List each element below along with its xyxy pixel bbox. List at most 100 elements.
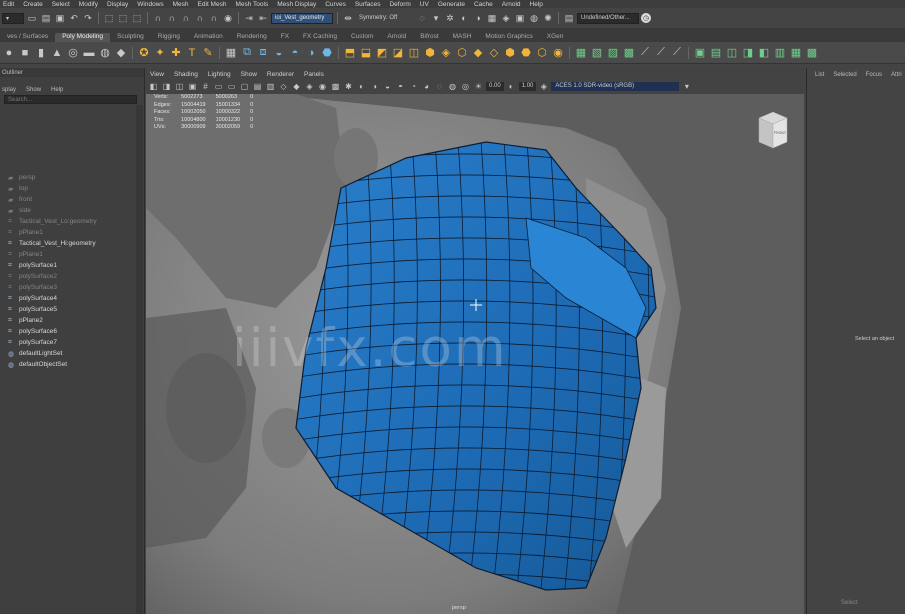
smooth-icon[interactable]: ◒ — [272, 46, 286, 60]
smooth-shade-icon[interactable]: ◆ — [291, 81, 302, 92]
snap-grid-icon[interactable]: ∩ — [152, 12, 164, 24]
harden-edge-icon[interactable]: ▥ — [773, 46, 787, 60]
outliner-menu-item[interactable]: Show — [26, 87, 41, 93]
outliner-item[interactable]: ⌗ polySurface1 — [8, 260, 138, 271]
combine-icon[interactable]: ⧉ — [240, 46, 254, 60]
cylinder-icon[interactable]: ▮ — [34, 46, 48, 60]
bevel-icon[interactable]: ◩ — [375, 46, 389, 60]
menu-item-uv[interactable]: UV — [420, 1, 429, 8]
color-management-icon[interactable]: ◈ — [538, 81, 549, 92]
viewport-menu-item[interactable]: Panels — [304, 71, 324, 78]
soccer-ball-icon[interactable]: ✪ — [137, 46, 151, 60]
shelf-tab[interactable]: Motion Graphics — [478, 33, 539, 42]
menu-item-surfaces[interactable]: Surfaces — [355, 1, 381, 8]
poke-icon[interactable]: ⬣ — [519, 46, 533, 60]
clock-icon[interactable]: ◷ — [641, 13, 651, 23]
shelf-tab[interactable]: Custom — [344, 33, 380, 42]
shelf-tab[interactable]: MASH — [446, 33, 479, 42]
sphere-icon[interactable]: ● — [2, 46, 16, 60]
attribute-tab[interactable]: List — [815, 72, 824, 78]
exposure-field[interactable]: 0.00 — [486, 82, 504, 91]
new-scene-icon[interactable]: ▭ — [26, 12, 38, 24]
uv-editor-icon[interactable]: ▨ — [606, 46, 620, 60]
select-camera-icon[interactable]: ◧ — [148, 81, 159, 92]
xray-icon[interactable]: ◌ — [434, 81, 445, 92]
menu-item-edit-mesh[interactable]: Edit Mesh — [198, 1, 227, 8]
shelf-tab[interactable]: FX Caching — [296, 33, 344, 42]
outliner-menu-item[interactable]: splay — [2, 87, 16, 93]
freeze-transform-icon[interactable]: ▤ — [709, 46, 723, 60]
viewport-menu-item[interactable]: Shading — [174, 71, 198, 78]
connect-icon[interactable]: ⬡ — [455, 46, 469, 60]
use-default-material-icon[interactable]: ◈ — [304, 81, 315, 92]
knife-icon[interactable]: ⟋ — [654, 46, 668, 60]
color-space-dropdown[interactable]: ACES 1.0 SDR-video (sRGB) — [551, 82, 680, 91]
cut-uv-icon[interactable]: ▩ — [622, 46, 636, 60]
open-scene-icon[interactable]: ▤ — [40, 12, 52, 24]
snap-curve-icon[interactable]: ∩ — [166, 12, 178, 24]
shelf-tab[interactable]: Animation — [187, 33, 230, 42]
render-view-icon[interactable]: ▣ — [514, 12, 526, 24]
film-gate-icon[interactable]: ▭ — [213, 81, 224, 92]
menu-item-mesh-display[interactable]: Mesh Display — [277, 1, 316, 8]
shelf-tab[interactable]: Rigging — [151, 33, 187, 42]
outliner-item[interactable]: ▰ front — [8, 194, 138, 205]
planar-uv-icon[interactable]: ▦ — [574, 46, 588, 60]
ambient-occlusion-icon[interactable]: ◑ — [369, 81, 380, 92]
object-name-field[interactable]: ioi_Vest_geometry — [271, 12, 333, 24]
shadows-icon[interactable]: ◐ — [356, 81, 367, 92]
shelf-tab[interactable]: Sculpting — [110, 33, 151, 42]
textured-icon[interactable]: ▩ — [330, 81, 341, 92]
shelf-tab[interactable]: Arnold — [380, 33, 413, 42]
svg-icon[interactable]: ✎ — [201, 46, 215, 60]
make-live-icon[interactable]: ◉ — [222, 12, 234, 24]
shelf-tab[interactable]: ves / Surfaces — [0, 33, 55, 42]
attribute-tab[interactable]: Attri — [891, 72, 902, 78]
soften-edge-icon[interactable]: ◧ — [757, 46, 771, 60]
edge-loop-icon[interactable]: ⬢ — [503, 46, 517, 60]
type-icon[interactable]: ▦ — [224, 46, 238, 60]
render-settings-icon[interactable]: ▦ — [486, 12, 498, 24]
menu-item-mesh[interactable]: Mesh — [173, 1, 189, 8]
normals-icon[interactable]: ◨ — [741, 46, 755, 60]
menu-item-display[interactable]: Display — [107, 1, 128, 8]
safe-action-icon[interactable]: ▥ — [265, 81, 276, 92]
ipr-icon[interactable]: ◑ — [472, 12, 484, 24]
sweep-mesh-icon[interactable]: ✚ — [169, 46, 183, 60]
menu-item-arnold[interactable]: Arnold — [502, 1, 521, 8]
snap-view-plane-icon[interactable]: ∩ — [194, 12, 206, 24]
workspace-dropdown[interactable]: Undefined/Other... — [577, 12, 639, 24]
arnold-render-icon[interactable]: ◍ — [528, 12, 540, 24]
automatic-uv-icon[interactable]: ▧ — [590, 46, 604, 60]
viewport-menu-item[interactable]: Show — [241, 71, 257, 78]
motion-blur-icon[interactable]: ◒ — [382, 81, 393, 92]
resolution-gate-icon[interactable]: ▭ — [226, 81, 237, 92]
menu-item-modify[interactable]: Modify — [79, 1, 98, 8]
xray-active-icon[interactable]: ◎ — [460, 81, 471, 92]
shelf-tab[interactable]: Bifrost — [413, 33, 445, 42]
super-shape-icon[interactable]: ✦ — [153, 46, 167, 60]
target-weld-icon[interactable]: ◈ — [439, 46, 453, 60]
quad-draw-icon[interactable]: ⬣ — [320, 46, 334, 60]
outliner-item[interactable]: ⌗ polySurface2 — [8, 271, 138, 282]
outliner-item[interactable]: ⌗ pPlane1 — [8, 227, 138, 238]
mirror-icon[interactable]: ◑ — [304, 46, 318, 60]
separate-icon[interactable]: ⧈ — [256, 46, 270, 60]
extrude-icon[interactable]: ⬒ — [343, 46, 357, 60]
menu-item-create[interactable]: Create — [23, 1, 43, 8]
pin-icon[interactable]: ◌ — [416, 12, 428, 24]
outliner-item[interactable]: ◍ defaultObjectSet — [8, 359, 138, 370]
outliner-item[interactable]: ▰ persp — [8, 172, 138, 183]
attribute-tab[interactable]: Focus — [866, 72, 882, 78]
outliner-menu-item[interactable]: Help — [51, 87, 63, 93]
multi-cut-icon[interactable]: ⬢ — [423, 46, 437, 60]
menu-item-select[interactable]: Select — [52, 1, 70, 8]
menu-item-edit[interactable]: Edit — [3, 1, 14, 8]
select-object-icon[interactable]: ⬚ — [117, 12, 129, 24]
wireframe-on-shaded-icon[interactable]: ◉ — [317, 81, 328, 92]
snap-point-icon[interactable]: ∩ — [180, 12, 192, 24]
outliner-item[interactable]: ⌗ pPlane1 — [8, 249, 138, 260]
viewport-menu-item[interactable]: Lighting — [208, 71, 231, 78]
outliner-item[interactable]: ▰ side — [8, 205, 138, 216]
delete-history-icon[interactable]: ◫ — [725, 46, 739, 60]
